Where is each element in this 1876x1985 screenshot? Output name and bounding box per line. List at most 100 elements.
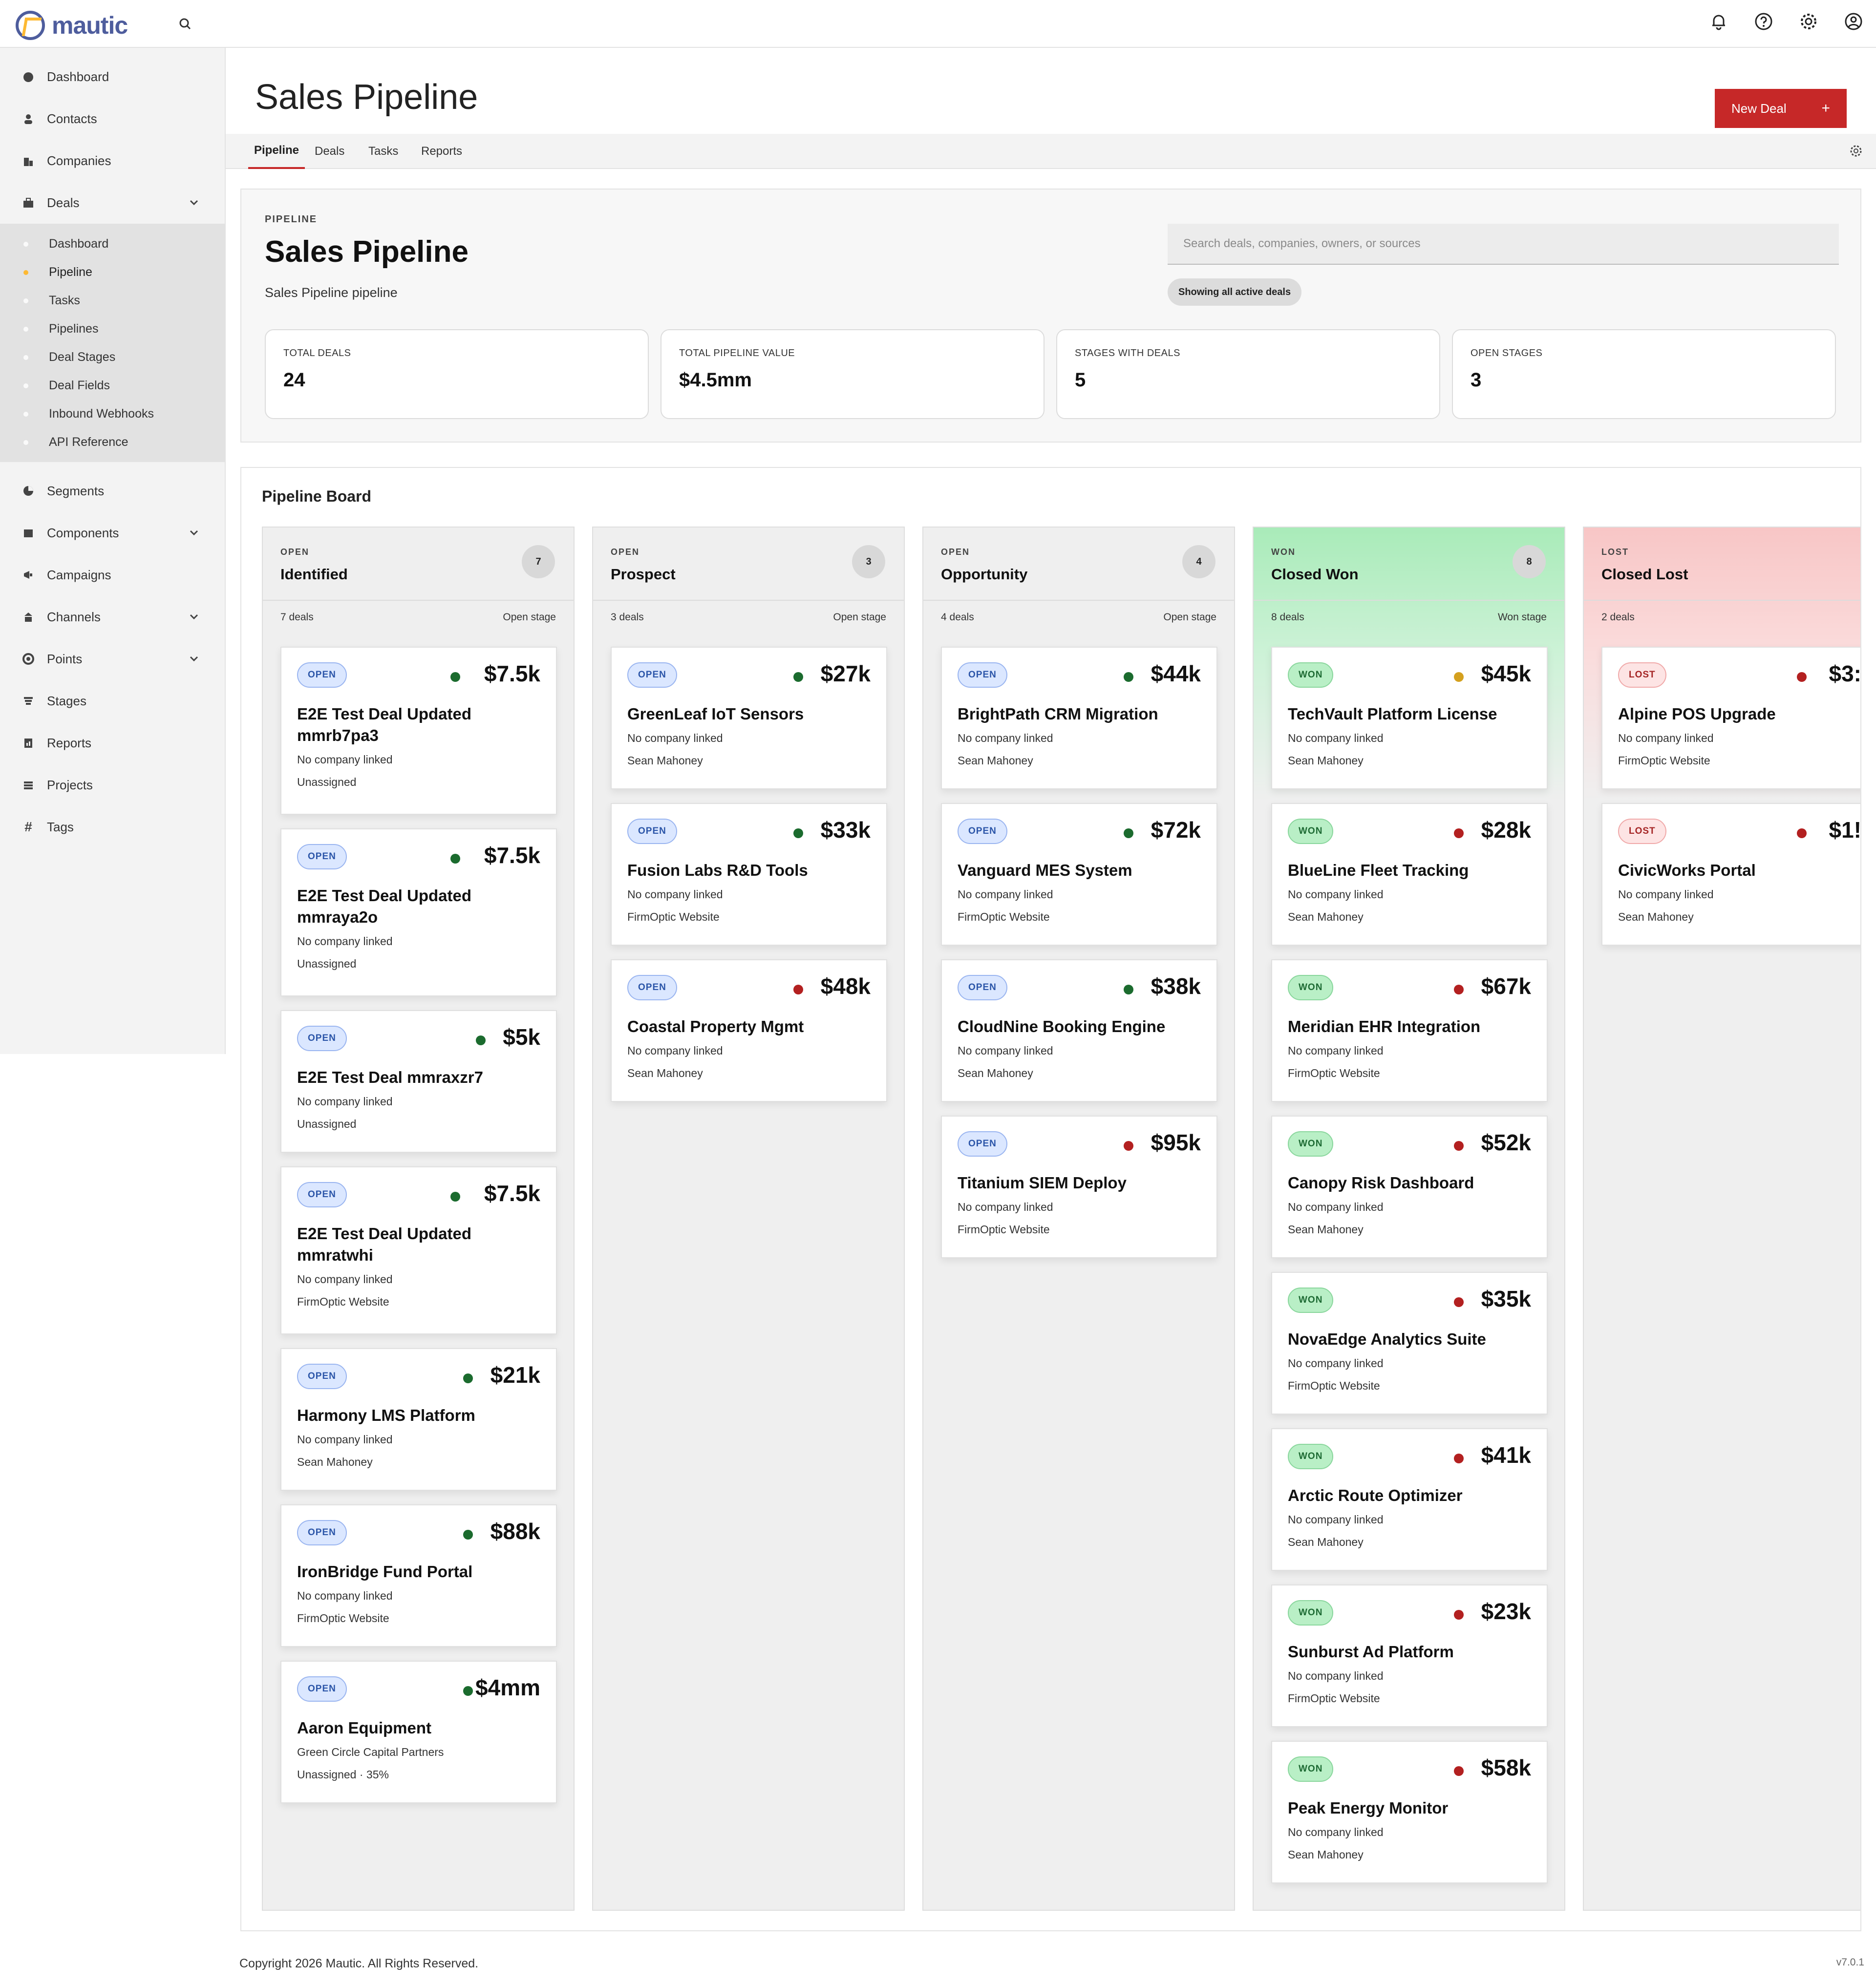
search-icon[interactable] [176, 15, 195, 34]
new-deal-button[interactable]: New Deal + [1715, 89, 1847, 128]
sidebar-item-segments[interactable]: Segments [0, 470, 225, 512]
deal-title[interactable]: GreenLeaf IoT Sensors [627, 703, 857, 725]
deal-title[interactable]: CloudNine Booking Engine [958, 1016, 1187, 1037]
deal-card[interactable]: OPEN $5k E2E Test Deal mmraxzr7 No company … [280, 1010, 557, 1153]
deal-card[interactable]: WON $58k Peak Energy Monitor No company lin… [1271, 1741, 1548, 1883]
mautic-logo[interactable]: mautic [16, 11, 128, 40]
deal-title[interactable]: E2E Test Deal mmraxzr7 [297, 1067, 527, 1088]
deal-title[interactable]: Harmony LMS Platform [297, 1405, 527, 1426]
stage-column-header: WON Closed Won 8 [1254, 528, 1564, 601]
deal-card[interactable]: OPEN $95k Titanium SIEM Deploy No company l… [941, 1116, 1217, 1258]
deal-title[interactable]: Titanium SIEM Deploy [958, 1172, 1187, 1194]
sidebar-item-deals[interactable]: Deals [0, 182, 225, 224]
deal-card[interactable]: LOST $1! CivicWorks Portal No company linke… [1601, 803, 1860, 946]
stage-meta: 7 deals Open stage [280, 612, 556, 623]
sidebar-item-reports[interactable]: Reports [0, 722, 225, 764]
chevron-down-icon[interactable] [189, 653, 199, 668]
deal-card[interactable]: OPEN $21k Harmony LMS Platform No company l… [280, 1348, 557, 1491]
sidebar-item-projects[interactable]: Projects [0, 764, 225, 806]
deal-card[interactable]: OPEN $4mm Aaron Equipment Green Circle Capi… [280, 1661, 557, 1803]
sidebar-item-channels[interactable]: Channels [0, 596, 225, 638]
deal-owner: Unassigned [297, 957, 357, 970]
deal-card[interactable]: WON $45k TechVault Platform License No comp… [1271, 647, 1548, 789]
help-icon[interactable] [1753, 11, 1774, 32]
submenu-item-api-reference[interactable]: API Reference [0, 428, 225, 456]
gear-icon[interactable] [1849, 144, 1863, 162]
deal-title[interactable]: Coastal Property Mgmt [627, 1016, 857, 1037]
stat-label: TOTAL PIPELINE VALUE [679, 348, 795, 359]
submenu-item-pipelines[interactable]: Pipelines [0, 315, 225, 343]
tab-bar: Pipeline Deals Tasks Reports [226, 134, 1876, 169]
deal-title[interactable]: Alpine POS Upgrade [1618, 703, 1848, 725]
deal-card[interactable]: OPEN $7.5k E2E Test Deal Updated mmrb7pa3 N… [280, 647, 557, 815]
deal-card[interactable]: OPEN $72k Vanguard MES System No company li… [941, 803, 1217, 946]
deal-title[interactable]: BlueLine Fleet Tracking [1288, 860, 1517, 881]
filter-status-pill[interactable]: Showing all active deals [1168, 278, 1302, 306]
submenu-item-inbound-webhooks[interactable]: Inbound Webhooks [0, 400, 225, 428]
submenu-item-deal-fields[interactable]: Deal Fields [0, 371, 225, 400]
deal-title[interactable]: Peak Energy Monitor [1288, 1797, 1517, 1819]
sidebar-item-dashboard[interactable]: Dashboard [0, 56, 225, 98]
tab-reports[interactable]: Reports [421, 134, 462, 169]
deal-title[interactable]: TechVault Platform License [1288, 703, 1517, 725]
deal-search-input[interactable] [1168, 224, 1839, 265]
deal-card[interactable]: OPEN $48k Coastal Property Mgmt No company … [611, 959, 887, 1102]
deal-title[interactable]: Meridian EHR Integration [1288, 1016, 1517, 1037]
sidebar-item-campaigns[interactable]: Campaigns [0, 554, 225, 596]
deal-title[interactable]: Sunburst Ad Platform [1288, 1641, 1517, 1663]
deal-card[interactable]: WON $28k BlueLine Fleet Tracking No company… [1271, 803, 1548, 946]
deal-card[interactable]: WON $67k Meridian EHR Integration No compan… [1271, 959, 1548, 1102]
deal-title[interactable]: Aaron Equipment [297, 1717, 527, 1739]
sidebar-item-companies[interactable]: Companies [0, 140, 225, 182]
deal-health-dot [476, 1035, 486, 1045]
sidebar-item-tags[interactable]: # Tags [0, 806, 225, 848]
deal-card[interactable]: OPEN $44k BrightPath CRM Migration No compa… [941, 647, 1217, 789]
bell-icon[interactable] [1708, 11, 1729, 32]
hash-icon: # [24, 819, 32, 834]
deal-title[interactable]: Fusion Labs R&D Tools [627, 860, 857, 881]
deal-title[interactable]: NovaEdge Analytics Suite [1288, 1329, 1517, 1350]
deal-owner: Sean Mahoney [297, 1456, 373, 1468]
deal-card[interactable]: OPEN $7.5k E2E Test Deal Updated mmratwhi N… [280, 1166, 557, 1334]
deal-title[interactable]: Canopy Risk Dashboard [1288, 1172, 1517, 1194]
deals-submenu: Dashboard Pipeline Tasks Pipelines Deal … [0, 224, 225, 462]
tab-pipeline[interactable]: Pipeline [248, 134, 305, 169]
board-title: Pipeline Board [262, 487, 372, 505]
deal-card[interactable]: WON $41k Arctic Route Optimizer No company … [1271, 1428, 1548, 1571]
sidebar-item-points[interactable]: Points [0, 638, 225, 680]
submenu-item-tasks[interactable]: Tasks [0, 286, 225, 315]
sidebar-item-stages[interactable]: Stages [0, 680, 225, 722]
deal-card[interactable]: WON $35k NovaEdge Analytics Suite No compan… [1271, 1272, 1548, 1415]
user-icon[interactable] [1843, 11, 1864, 32]
deal-company: No company linked [958, 732, 1053, 744]
deal-title[interactable]: BrightPath CRM Migration [958, 703, 1187, 725]
deal-card[interactable]: OPEN $38k CloudNine Booking Engine No compa… [941, 959, 1217, 1102]
deal-card[interactable]: OPEN $88k IronBridge Fund Portal No company… [280, 1504, 557, 1647]
deal-card[interactable]: OPEN $7.5k E2E Test Deal Updated mmraya2o N… [280, 828, 557, 996]
deal-card[interactable]: WON $52k Canopy Risk Dashboard No company l… [1271, 1116, 1548, 1258]
tab-deals[interactable]: Deals [315, 134, 344, 169]
settings-icon[interactable] [1798, 11, 1819, 32]
deal-title[interactable]: E2E Test Deal Updated mmraya2o [297, 885, 527, 928]
sidebar-item-components[interactable]: Components [0, 512, 225, 554]
deal-card[interactable]: WON $23k Sunburst Ad Platform No company li… [1271, 1584, 1548, 1727]
deal-card[interactable]: OPEN $33k Fusion Labs R&D Tools No company … [611, 803, 887, 946]
submenu-item-deal-stages[interactable]: Deal Stages [0, 343, 225, 371]
deal-company: No company linked [297, 1589, 393, 1602]
deal-title[interactable]: CivicWorks Portal [1618, 860, 1848, 881]
chevron-down-icon[interactable] [189, 611, 199, 626]
chevron-down-icon[interactable] [189, 196, 199, 211]
deal-title[interactable]: E2E Test Deal Updated mmratwhi [297, 1223, 527, 1266]
deal-card[interactable]: LOST $3: Alpine POS Upgrade No company link… [1601, 647, 1860, 789]
deal-health-dot [1124, 1141, 1133, 1151]
deal-title[interactable]: Arctic Route Optimizer [1288, 1485, 1517, 1506]
submenu-item-dashboard[interactable]: Dashboard [0, 230, 225, 258]
deal-title[interactable]: IronBridge Fund Portal [297, 1561, 527, 1583]
deal-title[interactable]: E2E Test Deal Updated mmrb7pa3 [297, 703, 527, 746]
deal-title[interactable]: Vanguard MES System [958, 860, 1187, 881]
chevron-down-icon[interactable] [189, 527, 199, 542]
submenu-item-pipeline[interactable]: Pipeline [0, 258, 225, 286]
deal-card[interactable]: OPEN $27k GreenLeaf IoT Sensors No company … [611, 647, 887, 789]
sidebar-item-contacts[interactable]: Contacts [0, 98, 225, 140]
tab-tasks[interactable]: Tasks [368, 134, 398, 169]
